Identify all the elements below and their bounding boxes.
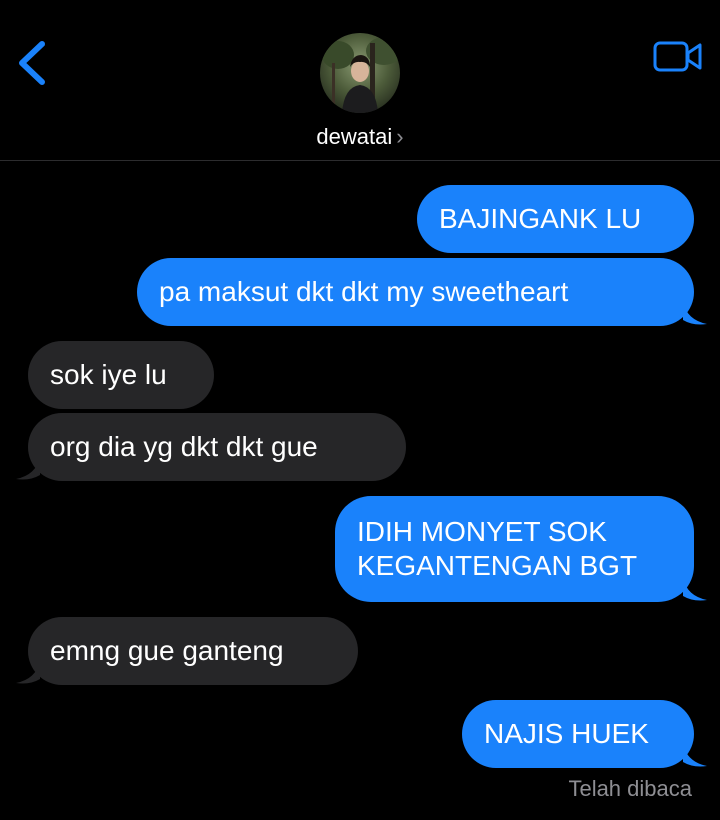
messages-screen: dewatai › BAJINGANK LU pa maksut dkt dkt … <box>0 0 720 820</box>
message-bubble-outgoing[interactable]: IDIH MONYET SOK KEGANTENGAN BGT <box>335 496 694 602</box>
bubble-tail <box>16 457 40 480</box>
back-button[interactable] <box>14 38 54 88</box>
contact-name-button[interactable]: dewatai › <box>0 124 720 150</box>
chevron-right-icon: › <box>396 124 404 149</box>
chevron-left-icon <box>19 41 45 85</box>
message-bubble-incoming[interactable]: emng gue ganteng <box>28 617 358 685</box>
avatar-photo <box>320 33 400 113</box>
message-text: NAJIS HUEK <box>484 718 649 749</box>
message-text: pa maksut dkt dkt my sweetheart <box>159 276 569 307</box>
video-camera-icon <box>653 41 702 72</box>
contact-avatar[interactable] <box>320 33 400 113</box>
read-receipt: Telah dibaca <box>568 776 692 801</box>
bubble-tail <box>683 578 707 601</box>
message-bubble-incoming[interactable]: org dia yg dkt dkt gue <box>28 413 406 481</box>
message-text: sok iye lu <box>50 359 167 390</box>
message-text: BAJINGANK LU <box>439 203 642 234</box>
message-bubble-incoming[interactable]: sok iye lu <box>28 341 214 409</box>
message-text-line-1: IDIH MONYET SOK <box>357 516 607 547</box>
bubble-tail <box>16 661 40 684</box>
message-bubble-outgoing[interactable]: BAJINGANK LU <box>417 185 694 253</box>
message-text: emng gue ganteng <box>50 635 284 666</box>
message-bubble-outgoing[interactable]: pa maksut dkt dkt my sweetheart <box>137 258 694 326</box>
message-bubble-outgoing[interactable]: NAJIS HUEK <box>462 700 694 768</box>
contact-name: dewatai <box>316 124 393 149</box>
bubble-tail <box>683 744 707 767</box>
bubble-tail <box>683 302 707 325</box>
conversation-header: dewatai › <box>0 0 720 161</box>
message-text-line-2: KEGANTENGAN BGT <box>357 550 638 581</box>
message-text: org dia yg dkt dkt gue <box>50 431 318 462</box>
facetime-video-button[interactable] <box>650 38 706 76</box>
